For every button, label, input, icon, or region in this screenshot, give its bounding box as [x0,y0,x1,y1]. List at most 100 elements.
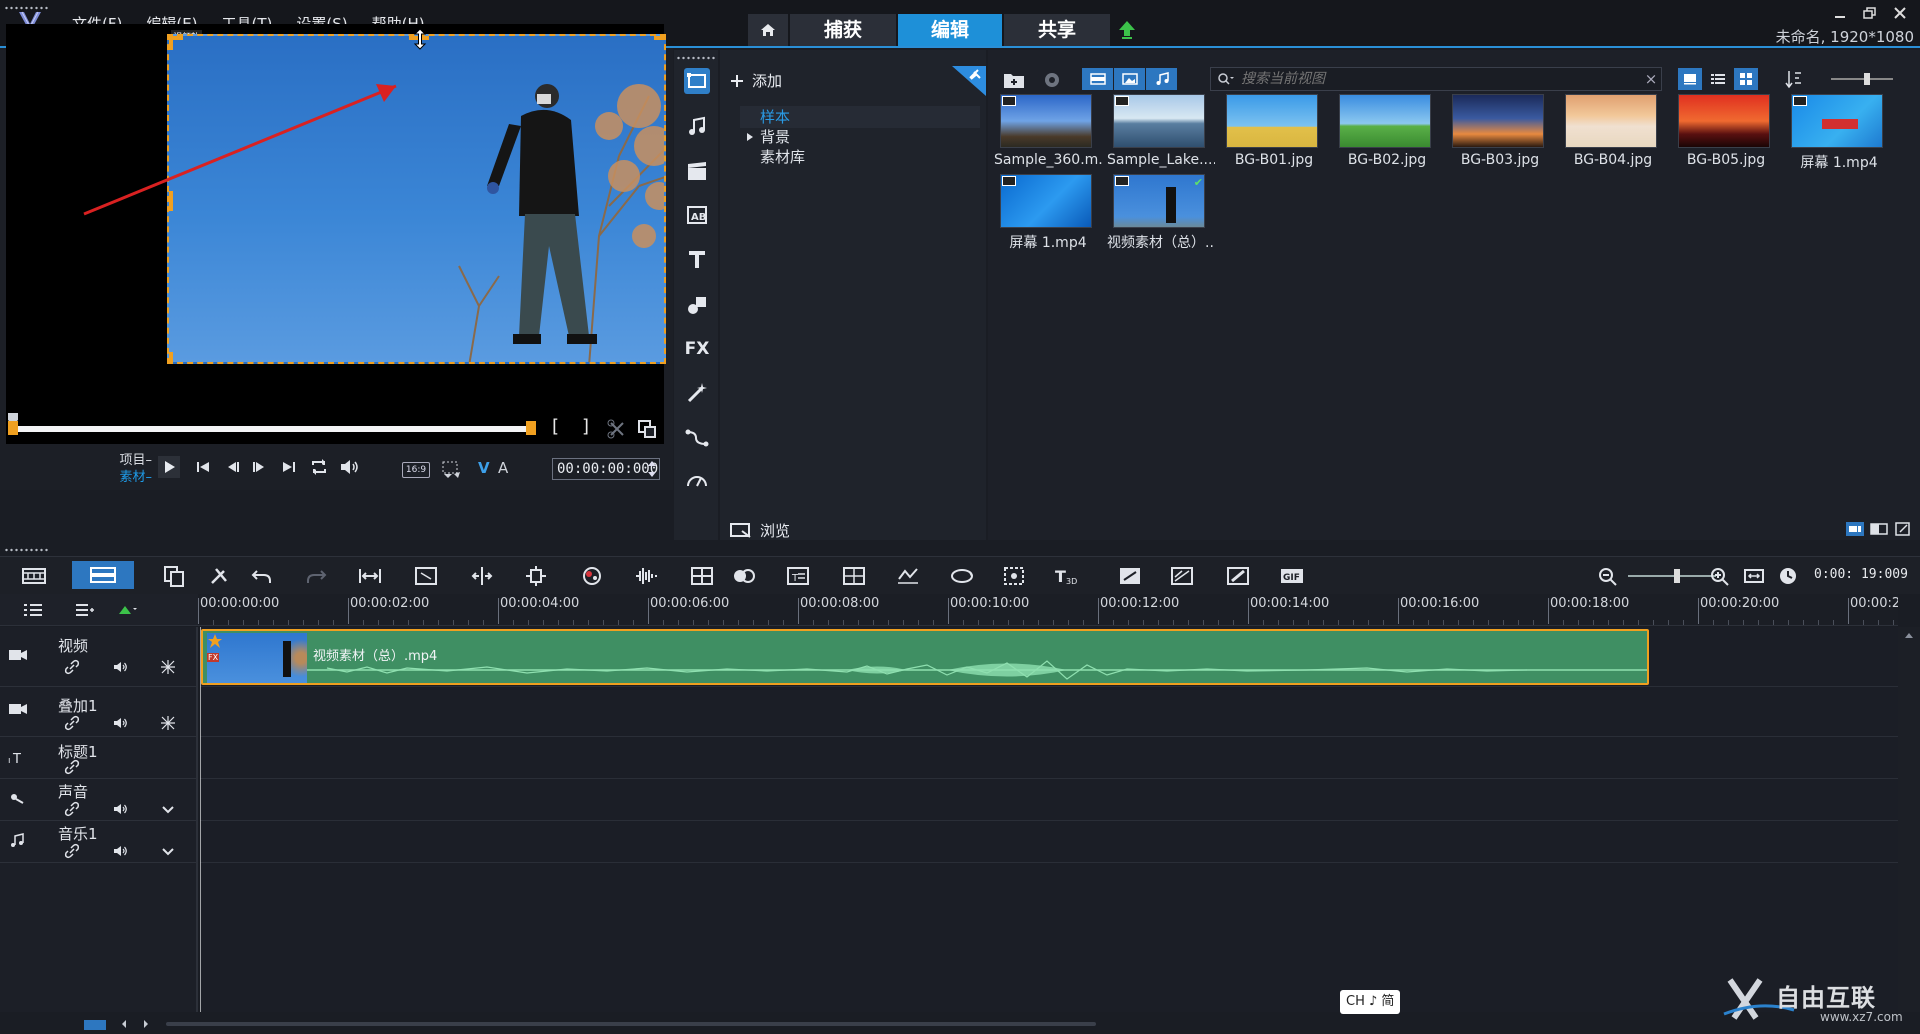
media-thumbnail[interactable]: 屏幕 1.mp4 [994,168,1102,260]
tree-item-backgrounds[interactable]: 背景 [740,126,980,148]
timeline-zoom-slider[interactable] [1628,575,1716,577]
link-icon[interactable] [64,759,80,775]
sort-icon[interactable] [1784,68,1804,90]
track-header-voice[interactable]: 声音 [0,779,198,821]
multi-camera-icon[interactable] [690,565,714,587]
timeline-tracks[interactable]: FX 视频素材（总）.mp4 [200,627,1898,1012]
title-button[interactable] [684,246,710,272]
play-mode-selector[interactable]: 项目– 素材– [108,452,152,486]
music-track-row[interactable] [200,821,1898,863]
speed-button[interactable] [684,468,710,494]
filter-photo-button[interactable] [1114,68,1146,90]
motion-tracking-icon[interactable] [524,565,548,587]
aspect-ratio-button[interactable]: 16:9 [402,462,430,478]
edit-properties-icon[interactable] [1894,522,1912,536]
crop-mode-icon[interactable] [440,458,462,480]
tab-capture[interactable]: 捕获 [790,14,896,46]
mask-creator-icon[interactable] [732,565,756,587]
media-thumbnail[interactable]: BG-B04.jpg [1559,88,1667,180]
view-list-button[interactable] [1706,68,1730,90]
tools-icon[interactable] [208,565,232,587]
painting-creator-icon[interactable] [1170,565,1194,587]
media-thumbnail[interactable]: Sample_360.m... [994,88,1102,180]
horizontal-scrollbar[interactable] [0,1012,1920,1034]
ripple-edit-icon[interactable] [160,715,176,731]
storyboard-view-icon[interactable] [22,565,46,587]
redo-icon[interactable] [304,565,328,587]
undo-icon[interactable] [250,565,274,587]
timeline-zoom-knob[interactable] [1674,569,1680,583]
chevron-down-icon[interactable] [160,843,176,859]
thumbnail-size-slider[interactable] [1831,78,1893,80]
thumbnail-size-knob[interactable] [1864,73,1870,85]
video-channel-toggle[interactable]: V [478,459,490,477]
tab-edit[interactable]: 编辑 [898,14,1002,46]
zoom-out-icon[interactable] [1596,565,1620,587]
filter-audio-button[interactable] [1146,68,1178,90]
media-thumbnail[interactable]: ✔ 视频素材（总）.... [1107,168,1215,260]
copy-attributes-icon[interactable] [162,565,186,587]
vertical-scrollbar[interactable] [1898,627,1920,1012]
add-folder-button[interactable]: 添加 [730,70,782,91]
previous-frame-icon[interactable] [222,456,244,478]
track-header-overlay[interactable]: 叠加1 [0,687,198,737]
mode-project-label[interactable]: 项目– [108,452,152,469]
split-clip-icon[interactable] [606,418,628,440]
media-thumbnail[interactable]: Sample_Lake.... [1107,88,1215,180]
horizontal-scroll-thumb[interactable] [166,1022,1096,1026]
graphics-button[interactable] [684,292,710,318]
ime-indicator[interactable]: CH ♪ 简 [1340,990,1401,1014]
panel-layout-icon[interactable] [1870,522,1888,536]
volume-icon[interactable] [112,659,128,675]
360-video-icon[interactable] [950,565,974,587]
path-button[interactable] [684,424,710,450]
search-input[interactable] [1235,71,1641,87]
trim-start-handle[interactable] [8,421,18,435]
link-icon[interactable] [64,801,80,817]
search-clear-button[interactable]: × [1641,70,1661,88]
ripple-edit-icon[interactable] [160,659,176,675]
stabilize-icon[interactable] [1002,565,1026,587]
transition-button[interactable]: AB [684,202,710,228]
timecode-stepper-icon[interactable] [646,458,658,480]
track-manager-icon[interactable] [22,602,44,618]
template-button[interactable] [684,158,710,184]
tab-share[interactable]: 共享 [1004,14,1110,46]
view-grid-button[interactable] [1734,68,1758,90]
next-frame-icon[interactable] [248,456,270,478]
volume-icon[interactable] [112,715,128,731]
draw-icon[interactable] [1226,565,1250,587]
audio-waveform-icon[interactable] [634,565,658,587]
overlay-track-row[interactable] [200,687,1898,737]
close-icon[interactable] [1892,6,1908,20]
panel-grip[interactable] [4,548,50,552]
mark-in-button[interactable]: [ [552,416,559,437]
repeat-icon[interactable] [308,456,330,478]
overlay-button[interactable] [684,380,710,406]
panel-grip[interactable] [4,6,50,10]
color-grading-icon[interactable] [580,565,604,587]
panel-grip[interactable] [676,56,716,60]
timeline-ruler[interactable]: 00:00:00:00 00:00:02:00 00:00:04:00 00:00:0… [198,594,1898,626]
instant-project-button[interactable] [684,114,710,140]
split-screen-icon[interactable] [842,565,866,587]
zoom-fit-badge[interactable] [84,1020,106,1030]
add-marker-icon[interactable] [116,602,138,618]
view-thumbnail-button[interactable] [1678,68,1702,90]
media-thumbnail[interactable]: BG-B02.jpg [1333,88,1441,180]
capture-icon[interactable] [1040,70,1064,90]
import-media-icon[interactable] [1002,70,1026,90]
tree-item-library[interactable]: 素材库 [740,146,980,168]
speed-time-icon[interactable] [896,565,920,587]
trim-end-handle[interactable] [526,421,536,435]
mode-clip-label[interactable]: 素材– [108,469,152,486]
show-library-icon[interactable] [1846,522,1864,536]
filter-fx-button[interactable]: FX [684,336,710,362]
mark-out-button[interactable]: ] [582,416,589,437]
minimize-icon[interactable] [1832,6,1848,20]
volume-icon[interactable] [112,843,128,859]
crop-icon[interactable] [414,565,438,587]
chapter-cue-icon[interactable] [74,602,96,618]
scroll-arrows-icon[interactable] [120,1018,150,1030]
title-track-row[interactable] [200,737,1898,779]
